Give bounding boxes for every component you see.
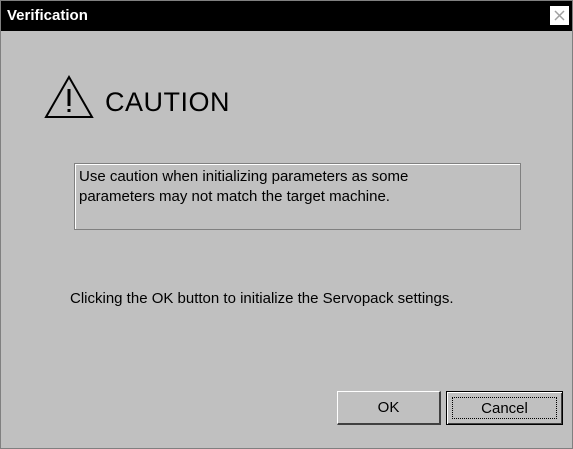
- focus-ring: Cancel: [452, 397, 557, 419]
- window-title: Verification: [7, 7, 88, 24]
- caution-message-line-1: Use caution when initializing parameters…: [79, 168, 409, 185]
- title-bar[interactable]: Verification: [1, 1, 572, 31]
- caution-heading: CAUTION: [105, 87, 230, 117]
- warning-triangle-icon: [44, 74, 94, 118]
- cancel-button[interactable]: Cancel: [446, 391, 563, 425]
- caution-message-line-2: parameters may not match the target mach…: [79, 188, 390, 205]
- info-text: Clicking the OK button to initialize the…: [70, 290, 454, 307]
- caution-message-box: Use caution when initializing parameters…: [74, 163, 521, 230]
- ok-button[interactable]: OK: [337, 391, 441, 425]
- verification-dialog: Verification CAUTION Use caution when in…: [0, 0, 573, 449]
- close-button[interactable]: [550, 6, 569, 25]
- close-icon: [554, 10, 565, 21]
- cancel-button-label: Cancel: [481, 399, 528, 417]
- ok-button-label: OK: [377, 399, 400, 416]
